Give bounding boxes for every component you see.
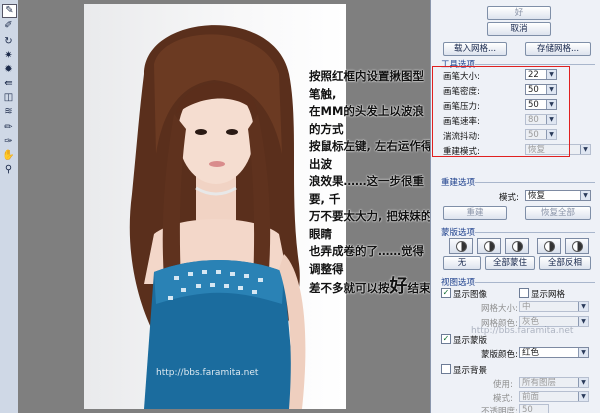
annotation-line: 浪效果……这一步很重要, 千 [309, 174, 424, 206]
annotation-line: 在MM的头发上以波浪的方式 [309, 104, 424, 136]
watermark-url-panel: http://bbs.faramita.net [471, 326, 574, 336]
show-mask-checkbox[interactable]: ✓ [441, 334, 451, 344]
annotation-line: 差不多就可以按好结束 [309, 278, 434, 298]
save-mesh-button[interactable]: 存储网格... [525, 42, 591, 56]
use-label: 使用: [493, 380, 513, 390]
show-image-checkbox[interactable]: ✓ [441, 288, 451, 298]
section-divider [475, 64, 595, 65]
chevron-down-icon[interactable]: ▼ [578, 348, 588, 357]
reconstruct-options-title: 重建选项 [441, 178, 476, 188]
invert-all-button[interactable]: 全部反相 [539, 256, 591, 270]
annotation-line: 按照红框内设置揪图型笔触, [309, 69, 424, 101]
use-value: 所有图层 [522, 378, 557, 388]
push-left-icon[interactable]: ⇚ [2, 78, 15, 90]
mask-add-icon[interactable] [477, 238, 501, 254]
section-divider [475, 282, 595, 283]
turbulence-icon[interactable]: ≋ [2, 106, 15, 118]
mesh-size-value: 中 [522, 302, 531, 312]
freeze-mask-icon[interactable]: ✏ [2, 122, 15, 134]
show-backdrop-checkbox[interactable] [441, 364, 451, 374]
mesh-size-select: 中 ▼ [519, 301, 589, 312]
options-panel: 好 取消 载入网格... 存储网格... 工具选项 画笔大小: 22 ▼ 画笔密… [430, 0, 600, 413]
annotation-prefix: 差不多就可以按 [309, 281, 390, 295]
annotation-text: 按照红框内设置揪图型笔触, 在MM的头发上以波浪的方式 按鼠标左键, 左右运作得… [309, 68, 434, 298]
highlight-box [432, 66, 570, 157]
mask-color-label: 蒙版颜色: [481, 350, 518, 360]
load-mesh-button[interactable]: 载入网格... [443, 42, 507, 56]
chevron-down-icon: ▼ [578, 378, 588, 387]
backdrop-mode-value: 前面 [522, 392, 540, 402]
show-mesh-label: 显示网格 [531, 290, 566, 300]
opacity-value: 50 [522, 405, 533, 413]
watermark-url: http://bbs.faramita.net [156, 368, 259, 378]
mask-color-value: 红色 [522, 348, 540, 358]
reconstruct-mode-select[interactable]: 恢复 ▼ [525, 190, 591, 201]
liquify-toolbar: ✎ ✐ ↻ ✷ ✹ ⇚ ◫ ≋ ✏ ✑ ✋ ⚲ [0, 0, 19, 413]
reconstruct-icon[interactable]: ✐ [2, 20, 15, 32]
show-mesh-checkbox[interactable] [519, 288, 529, 298]
mask-color-select[interactable]: 红色 ▼ [519, 347, 589, 358]
thaw-mask-icon[interactable]: ✑ [2, 136, 15, 148]
mask-replace-icon[interactable] [449, 238, 473, 254]
show-backdrop-label: 显示背景 [453, 366, 488, 376]
mirror-icon[interactable]: ◫ [2, 92, 15, 104]
restore-all-button[interactable]: 恢复全部 [525, 206, 591, 220]
annotation-ok-word: 好 [389, 276, 408, 297]
backdrop-mode-select: 前面 ▼ [519, 391, 589, 402]
annotation-line: 也弄成卷的了……觉得调整得 [309, 244, 424, 276]
bloat-icon[interactable]: ✹ [2, 64, 15, 76]
opacity-label: 不透明度: [481, 407, 518, 413]
chevron-down-icon: ▼ [580, 145, 590, 154]
twirl-icon[interactable]: ↻ [2, 36, 15, 48]
section-divider [475, 232, 595, 233]
chevron-down-icon[interactable]: ▼ [580, 191, 590, 200]
section-divider [475, 182, 595, 183]
mask-all-button[interactable]: 全部蒙住 [485, 256, 535, 270]
pucker-icon[interactable]: ✷ [2, 50, 15, 62]
reconstruct-button[interactable]: 重建 [443, 206, 507, 220]
opacity-field: 50 [519, 404, 549, 413]
cancel-button[interactable]: 取消 [487, 22, 551, 36]
ok-button[interactable]: 好 [487, 6, 551, 20]
annotation-line: 万不要太大力, 把妹妹的眼睛 [309, 209, 433, 241]
mode-label: 模式: [499, 193, 519, 203]
portrait-photo [84, 4, 346, 409]
view-options-title: 视图选项 [441, 278, 476, 288]
show-image-label: 显示图像 [453, 290, 488, 300]
mode-value: 恢复 [528, 191, 546, 201]
zoom-icon[interactable]: ⚲ [2, 164, 15, 176]
mask-invert-icon[interactable] [565, 238, 589, 254]
annotation-suffix: 结束 [407, 281, 431, 295]
mask-options-title: 蒙版选项 [441, 228, 476, 238]
chevron-down-icon: ▼ [578, 302, 588, 311]
portrait-illustration [129, 25, 306, 409]
mask-intersect-icon[interactable] [537, 238, 561, 254]
mask-subtract-icon[interactable] [505, 238, 529, 254]
annotation-line: 按鼠标左键, 左右运作得出波 [309, 139, 433, 171]
mesh-size-label: 网格大小: [481, 304, 518, 314]
chevron-down-icon: ▼ [578, 317, 588, 326]
chevron-down-icon: ▼ [578, 392, 588, 401]
mask-none-button[interactable]: 无 [443, 256, 481, 270]
backdrop-mode-label: 模式: [493, 394, 513, 404]
use-select: 所有图层 ▼ [519, 377, 589, 388]
hand-icon[interactable]: ✋ [2, 150, 15, 162]
forward-warp-icon[interactable]: ✎ [2, 4, 17, 18]
